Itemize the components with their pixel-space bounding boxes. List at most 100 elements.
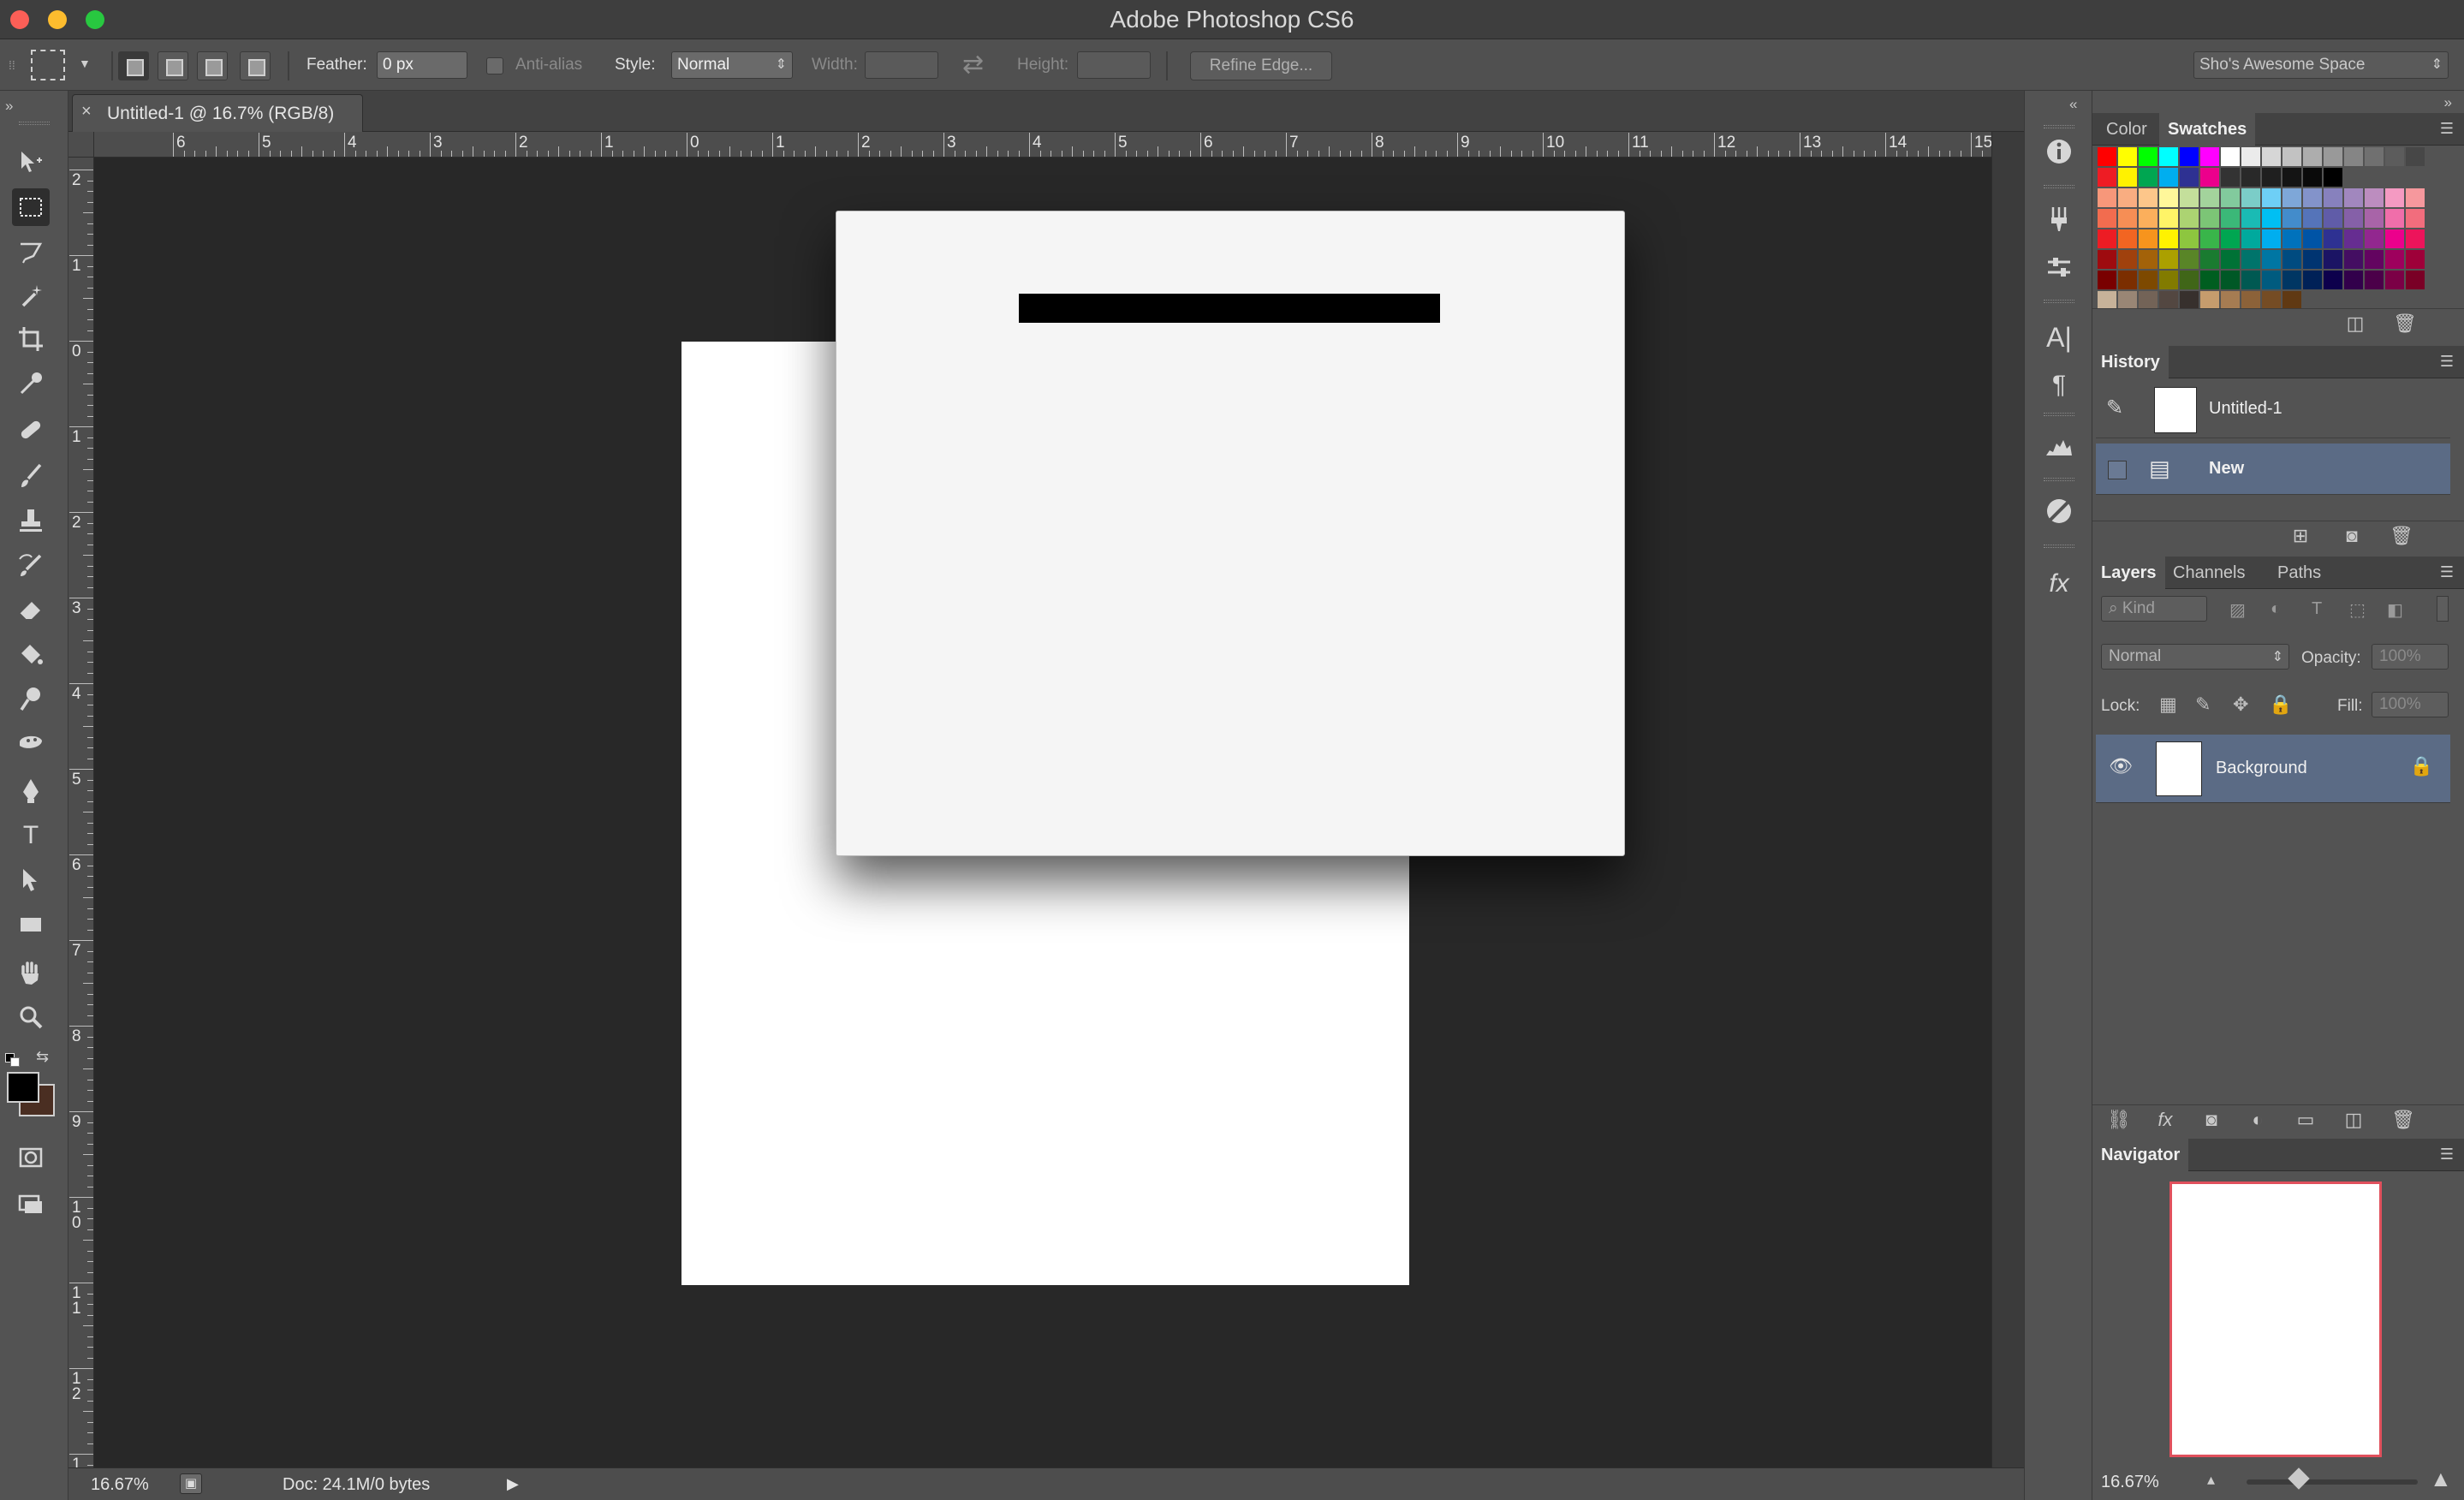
delete-swatch-icon[interactable]: 🗑: [2392, 312, 2418, 336]
screen-mode-icon[interactable]: [12, 1185, 50, 1223]
swatch-color[interactable]: [2241, 188, 2260, 207]
swatch-color[interactable]: [2385, 188, 2404, 207]
height-input[interactable]: [1077, 51, 1151, 79]
swatch-color[interactable]: [2344, 209, 2363, 228]
panel-menu-icon[interactable]: ☰: [2440, 120, 2454, 138]
swatch-color[interactable]: [2385, 147, 2404, 166]
swatch-color[interactable]: [2262, 271, 2281, 289]
status-menu-arrow-icon[interactable]: ▶: [507, 1475, 519, 1493]
swatch-color[interactable]: [2098, 188, 2116, 207]
swatch-color[interactable]: [2098, 229, 2116, 248]
swatch-color[interactable]: [2282, 168, 2301, 187]
swatch-color[interactable]: [2385, 250, 2404, 269]
swatch-color[interactable]: [2139, 229, 2157, 248]
swap-colors-icon[interactable]: ⇆: [36, 1048, 49, 1066]
default-colors-icon[interactable]: [5, 1053, 21, 1067]
brush-tool-icon[interactable]: [12, 457, 50, 495]
swatch-color[interactable]: [2180, 147, 2199, 166]
zoom-in-icon[interactable]: ▲: [2430, 1466, 2452, 1492]
swatch-color[interactable]: [2098, 291, 2116, 310]
tool-preset-dropdown-icon[interactable]: ▼: [79, 57, 91, 70]
swatch-color[interactable]: [2282, 188, 2301, 207]
swatch-color[interactable]: [2303, 168, 2322, 187]
status-zoom-level[interactable]: 16.67%: [91, 1475, 149, 1495]
swatch-color[interactable]: [2406, 147, 2425, 166]
tab-history[interactable]: History: [2092, 346, 2169, 378]
status-info-icon[interactable]: ▣: [180, 1473, 202, 1494]
character-panel-icon[interactable]: A|: [2040, 318, 2078, 356]
history-state-row[interactable]: ▤ New: [2096, 443, 2450, 495]
tool-preset-marquee-icon[interactable]: [31, 50, 65, 80]
swatch-color[interactable]: [2303, 250, 2322, 269]
swatch-color[interactable]: [2221, 271, 2240, 289]
swatch-color[interactable]: [2118, 209, 2137, 228]
swatch-color[interactable]: [2180, 271, 2199, 289]
swatch-color[interactable]: [2118, 168, 2137, 187]
dock-grip[interactable]: [2044, 300, 2074, 303]
swatch-color[interactable]: [2200, 250, 2219, 269]
swatch-color[interactable]: [2262, 250, 2281, 269]
swatch-color[interactable]: [2241, 209, 2260, 228]
styles-panel-icon[interactable]: fx: [2040, 565, 2078, 603]
swatch-color[interactable]: [2262, 188, 2281, 207]
tab-navigator[interactable]: Navigator: [2092, 1139, 2189, 1171]
navigator-zoom-value[interactable]: 16.67%: [2101, 1473, 2159, 1492]
swatch-color[interactable]: [2282, 271, 2301, 289]
zoom-out-icon[interactable]: ▴: [2207, 1471, 2215, 1489]
swatch-color[interactable]: [2385, 271, 2404, 289]
panel-menu-icon[interactable]: ☰: [2440, 353, 2454, 371]
blur-tool-icon[interactable]: [12, 680, 50, 717]
new-group-folder-icon[interactable]: ▭: [2293, 1109, 2318, 1133]
brush-presets-panel-icon[interactable]: [2040, 204, 2078, 241]
info-panel-icon[interactable]: [2040, 137, 2078, 175]
swatch-color[interactable]: [2118, 250, 2137, 269]
swatch-color[interactable]: [2262, 147, 2281, 166]
eraser-tool-icon[interactable]: [12, 591, 50, 628]
swatch-color[interactable]: [2221, 291, 2240, 310]
swatch-color[interactable]: [2159, 209, 2178, 228]
clone-source-panel-icon[interactable]: [2040, 253, 2078, 291]
swatch-color[interactable]: [2159, 291, 2178, 310]
swatch-color[interactable]: [2159, 229, 2178, 248]
swatch-color[interactable]: [2282, 291, 2301, 310]
lock-all-icon[interactable]: 🔒: [2269, 693, 2292, 716]
swatch-color[interactable]: [2324, 271, 2342, 289]
swatch-color[interactable]: [2324, 188, 2342, 207]
tab-channels[interactable]: Channels: [2164, 557, 2254, 589]
healing-brush-tool-icon[interactable]: [12, 411, 50, 449]
swatch-color[interactable]: [2098, 209, 2116, 228]
intersect-selection-button[interactable]: [240, 51, 271, 80]
rectangle-tool-icon[interactable]: [12, 906, 50, 943]
swatch-color[interactable]: [2324, 168, 2342, 187]
history-brush-tool-icon[interactable]: [12, 546, 50, 584]
new-document-from-state-icon[interactable]: ⊞: [2288, 525, 2313, 549]
swatch-color[interactable]: [2241, 229, 2260, 248]
lock-image-pixels-icon[interactable]: ✎: [2195, 693, 2211, 716]
delete-layer-icon[interactable]: 🗑: [2390, 1109, 2416, 1133]
swatch-color[interactable]: [2406, 188, 2425, 207]
panel-menu-icon[interactable]: ☰: [2440, 563, 2454, 581]
swatch-color[interactable]: [2282, 209, 2301, 228]
pixel-layer-filter-icon[interactable]: ▨: [2229, 599, 2246, 621]
swatch-color[interactable]: [2282, 250, 2301, 269]
workspace-switcher[interactable]: Sho's Awesome Space ⇕: [2193, 51, 2449, 79]
foreground-color-swatch[interactable]: [7, 1072, 39, 1103]
swatch-color[interactable]: [2180, 168, 2199, 187]
swatch-color[interactable]: [2406, 209, 2425, 228]
adjustments-panel-icon[interactable]: [2040, 497, 2078, 534]
swatch-color[interactable]: [2406, 271, 2425, 289]
swatch-color[interactable]: [2180, 188, 2199, 207]
swatch-color[interactable]: [2118, 147, 2137, 166]
tab-swatches[interactable]: Swatches: [2159, 113, 2256, 146]
swatch-color[interactable]: [2221, 188, 2240, 207]
magic-wand-tool-icon[interactable]: [12, 277, 50, 315]
lock-transparent-pixels-icon[interactable]: ▦: [2159, 693, 2177, 716]
history-snapshot-row[interactable]: ✎ Untitled-1: [2096, 380, 2450, 438]
swatch-color[interactable]: [2159, 168, 2178, 187]
swatch-color[interactable]: [2344, 188, 2363, 207]
swatch-color[interactable]: [2365, 147, 2384, 166]
swatch-color[interactable]: [2098, 250, 2116, 269]
new-swatch-icon[interactable]: ◫: [2342, 312, 2368, 336]
swatch-color[interactable]: [2118, 271, 2137, 289]
history-source-checkbox[interactable]: [2108, 461, 2127, 479]
